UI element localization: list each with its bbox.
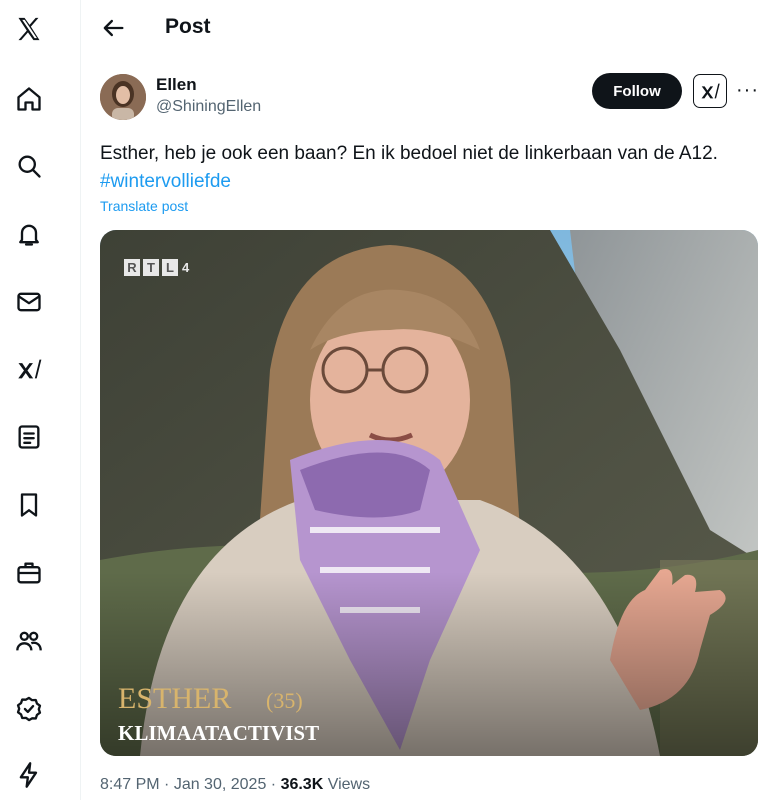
channel-number: 4 <box>182 260 190 275</box>
page-title: Post <box>165 15 211 38</box>
search-icon[interactable] <box>12 149 46 183</box>
bookmark-icon[interactable] <box>12 488 46 522</box>
list-icon[interactable] <box>12 420 46 454</box>
mail-icon[interactable] <box>12 285 46 319</box>
post-text: Esther, heb je ook een baan? En ik bedoe… <box>100 143 718 164</box>
post-meta: 8:47 PM · Jan 30, 2025 · 36.3K Views <box>100 776 370 794</box>
author-handle[interactable]: @ShiningEllen <box>156 98 261 116</box>
caption-age: (35) <box>266 688 303 713</box>
post-date[interactable]: Jan 30, 2025 <box>174 776 267 793</box>
communities-icon[interactable] <box>12 624 46 658</box>
grok-icon <box>701 83 720 99</box>
translate-post-link[interactable]: Translate post <box>100 198 188 214</box>
verified-icon[interactable] <box>12 692 46 726</box>
post-text-block: Esther, heb je ook een baan? En ik bedoe… <box>100 140 760 196</box>
avatar[interactable] <box>100 74 146 120</box>
bell-icon[interactable] <box>12 217 46 251</box>
lightning-icon[interactable] <box>12 758 46 792</box>
svg-text:R: R <box>127 260 137 275</box>
author-name[interactable]: Ellen <box>156 75 197 95</box>
grok-button[interactable] <box>693 74 727 108</box>
views-count: 36.3K <box>280 776 324 793</box>
home-icon[interactable] <box>12 82 46 116</box>
separator: · <box>266 776 281 793</box>
svg-text:T: T <box>147 260 155 275</box>
separator: · <box>159 776 174 793</box>
briefcase-icon[interactable] <box>12 556 46 590</box>
post-media-image[interactable]: R T L 4 ESTHER (35) KLIMAATACTIVIST <box>100 230 758 756</box>
follow-button[interactable]: Follow <box>592 73 682 109</box>
hashtag-link[interactable]: #wintervolliefde <box>100 168 760 196</box>
svg-text:L: L <box>166 260 174 275</box>
x-logo-icon[interactable] <box>12 12 46 46</box>
post-header: Post <box>81 0 774 58</box>
caption-role: KLIMAATACTIVIST <box>118 721 319 745</box>
grok-icon[interactable] <box>12 352 46 386</box>
back-arrow-icon[interactable] <box>99 14 127 42</box>
post-time[interactable]: 8:47 PM <box>100 776 160 793</box>
views-label: Views <box>323 776 371 793</box>
more-options-button[interactable]: ··· <box>736 80 759 100</box>
left-nav <box>0 0 81 800</box>
caption-name: ESTHER <box>118 682 231 715</box>
